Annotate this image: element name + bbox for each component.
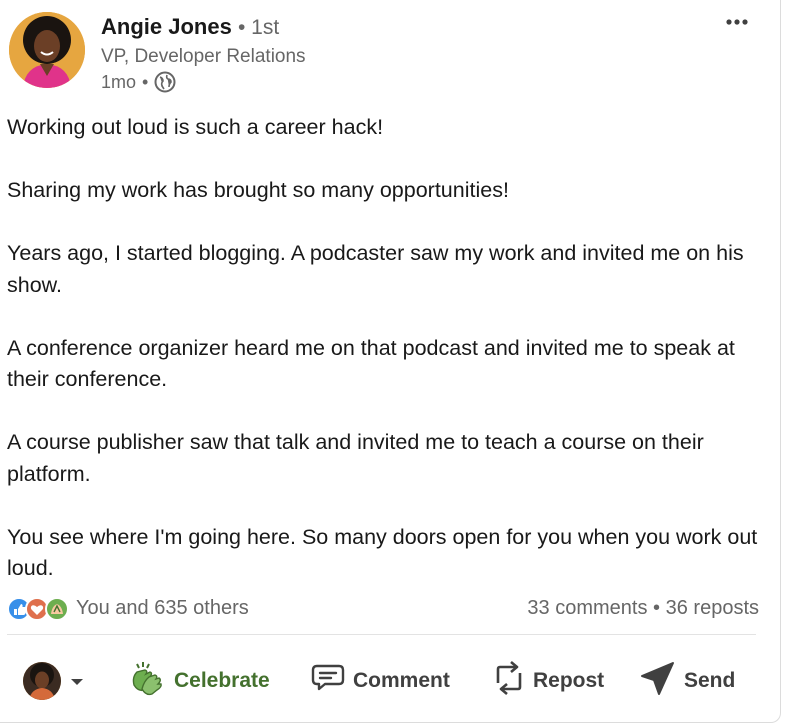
repost-button[interactable]: Repost xyxy=(493,650,604,712)
post-paragraph: A course publisher saw that talk and inv… xyxy=(7,430,704,486)
post-paragraph: A conference organizer heard me on that … xyxy=(7,335,735,392)
more-options-icon[interactable] xyxy=(724,11,752,33)
reposts-count[interactable]: 36 reposts xyxy=(666,597,759,619)
comment-button[interactable]: Comment xyxy=(311,650,450,712)
author-headline: VP, Developer Relations xyxy=(101,46,306,67)
post-card: Angie Jones • 1st VP, Developer Relation… xyxy=(0,0,781,723)
celebrate-button[interactable]: Celebrate xyxy=(128,650,270,712)
send-label: Send xyxy=(684,669,736,692)
post-paragraph: Years ago, I started blogging. A podcast… xyxy=(7,241,744,297)
connection-degree: 1st xyxy=(251,16,280,39)
comment-icon xyxy=(311,663,345,699)
reactions-count[interactable]: You and 635 others xyxy=(76,597,249,620)
author-avatar[interactable] xyxy=(9,12,85,88)
counts-separator: • xyxy=(653,597,661,619)
divider xyxy=(7,634,756,635)
celebrate-label: Celebrate xyxy=(174,669,270,692)
repost-label: Repost xyxy=(533,669,605,692)
post-time[interactable]: 1mo xyxy=(101,72,136,93)
chevron-down-icon[interactable] xyxy=(69,669,85,693)
comments-reposts: 33 comments • 36 reposts xyxy=(527,597,759,620)
post-meta: 1mo • xyxy=(101,71,176,93)
my-avatar xyxy=(23,662,61,700)
post-paragraph: Sharing my work has brought so many oppo… xyxy=(7,178,509,202)
post-body: Working out loud is such a career hack! … xyxy=(7,112,767,616)
globe-icon xyxy=(154,71,176,93)
action-bar: Celebrate Comment Repost Send xyxy=(0,650,781,712)
social-counts: You and 635 others 33 comments • 36 repo… xyxy=(7,594,759,624)
post-paragraph: You see where I'm going here. So many do… xyxy=(7,524,758,581)
degree-separator: • xyxy=(237,16,246,39)
send-button[interactable]: Send xyxy=(640,650,735,712)
love-icon xyxy=(25,597,49,621)
repost-icon xyxy=(493,659,525,703)
comment-label: Comment xyxy=(353,669,450,692)
time-separator: • xyxy=(142,71,149,92)
comments-count[interactable]: 33 comments xyxy=(527,597,647,619)
reaction-identity-selector[interactable] xyxy=(23,650,85,712)
clapping-hands-icon xyxy=(128,659,166,703)
author-name-line: Angie Jones • 1st xyxy=(101,14,279,40)
send-icon xyxy=(640,660,676,702)
author-name[interactable]: Angie Jones xyxy=(101,14,232,39)
post-paragraph: Working out loud is such a career hack! xyxy=(7,115,384,139)
reaction-icons[interactable] xyxy=(7,596,71,622)
celebrate-icon xyxy=(45,597,69,621)
